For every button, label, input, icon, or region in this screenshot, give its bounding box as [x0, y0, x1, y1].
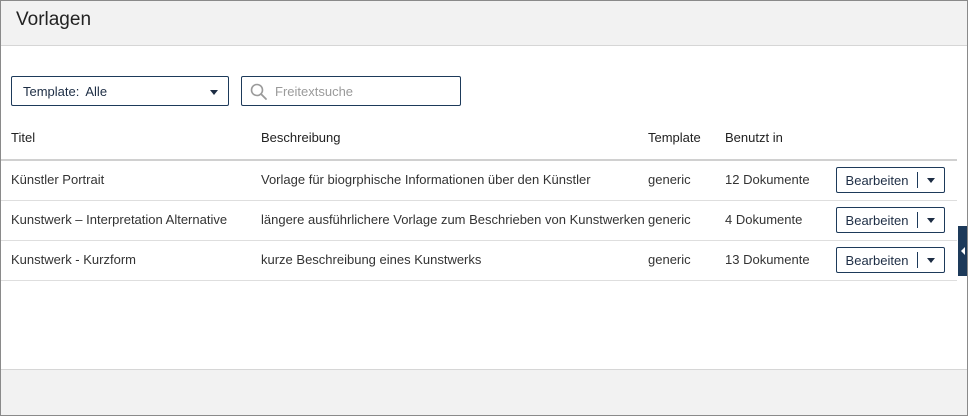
edit-button[interactable]: Bearbeiten: [837, 208, 917, 232]
side-panel-toggle[interactable]: [958, 226, 967, 276]
column-header-description[interactable]: Beschreibung: [261, 130, 341, 145]
row-template: generic: [648, 212, 691, 227]
table-row[interactable]: Kunstwerk – Interpretation Alternative l…: [1, 200, 957, 241]
template-filter-label: Template:: [23, 83, 80, 99]
page-header: Vorlagen: [1, 1, 967, 46]
row-template: generic: [648, 252, 691, 267]
column-header-template[interactable]: Template: [648, 130, 701, 145]
search-box[interactable]: [241, 76, 461, 106]
chevron-down-icon: [927, 177, 935, 183]
edit-button-group: Bearbeiten: [836, 207, 945, 233]
row-description: Vorlage für biogrphische Informationen ü…: [261, 172, 591, 187]
chevron-down-icon: [927, 257, 935, 263]
edit-button-group: Bearbeiten: [836, 247, 945, 273]
row-title: Kunstwerk - Kurzform: [11, 252, 136, 267]
search-icon: [250, 83, 268, 106]
template-filter-value: Alle: [85, 83, 108, 99]
template-filter-select[interactable]: Template: Alle: [11, 76, 229, 106]
search-input[interactable]: [275, 81, 455, 101]
footer-bar: [1, 369, 967, 415]
edit-button[interactable]: Bearbeiten: [837, 168, 917, 192]
column-header-title[interactable]: Titel: [11, 130, 35, 145]
column-header-used-in[interactable]: Benutzt in: [725, 130, 783, 145]
table-row[interactable]: Künstler Portrait Vorlage für biogrphisc…: [1, 160, 957, 201]
row-used-in: 4 Dokumente: [725, 212, 803, 227]
row-title: Künstler Portrait: [11, 172, 105, 187]
table-row[interactable]: Kunstwerk - Kurzform kurze Beschreibung …: [1, 240, 957, 281]
row-description: längere ausführlichere Vorlage zum Besch…: [261, 212, 645, 227]
edit-dropdown-button[interactable]: [918, 248, 944, 272]
edit-dropdown-button[interactable]: [918, 168, 944, 192]
edit-dropdown-button[interactable]: [918, 208, 944, 232]
row-title: Kunstwerk – Interpretation Alternative: [11, 212, 228, 227]
chevron-down-icon: [210, 90, 218, 95]
table-header: Titel Beschreibung Template Benutzt in: [1, 117, 957, 161]
edit-button-group: Bearbeiten: [836, 167, 945, 193]
templates-window: Vorlagen Template: Alle Titel Beschreibu…: [0, 0, 968, 416]
edit-button[interactable]: Bearbeiten: [837, 248, 917, 272]
chevron-down-icon: [927, 217, 935, 223]
row-used-in: 12 Dokumente: [725, 172, 810, 187]
chevron-left-icon: [960, 247, 965, 255]
row-template: generic: [648, 172, 691, 187]
row-used-in: 13 Dokumente: [725, 252, 810, 267]
row-description: kurze Beschreibung eines Kunstwerks: [261, 252, 482, 267]
page-title: Vorlagen: [16, 9, 92, 30]
